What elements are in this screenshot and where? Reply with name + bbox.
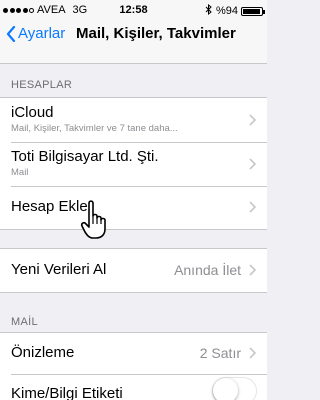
chevron-right-icon (249, 158, 256, 170)
chevron-right-icon (249, 114, 256, 126)
bluetooth-icon (205, 3, 213, 18)
preview-value: 2 Satır (199, 345, 241, 361)
toggle-knob (213, 378, 238, 400)
accounts-group: iCloud Mail, Kişiler, Takvimler ve 7 tan… (0, 97, 267, 230)
fetch-new-data-row[interactable]: Yeni Verileri Al Anında İlet (0, 249, 267, 292)
preview-row[interactable]: Önizleme 2 Satır (0, 333, 267, 374)
to-cc-label-row: Kime/Bilgi Etiketi (0, 374, 267, 400)
back-button-label: Ayarlar (18, 25, 66, 42)
add-account-label: Hesap Ekle (11, 198, 88, 215)
navigation-bar: Ayarlar Mail, Kişiler, Takvimler (0, 20, 267, 64)
account-title: iCloud (11, 104, 54, 121)
add-account-row[interactable]: Hesap Ekle (0, 186, 267, 229)
account-title: Toti Bilgisayar Ltd. Şti. (11, 148, 159, 165)
accounts-section-header: HESAPLAR (11, 79, 73, 91)
fetch-group: Yeni Verileri Al Anında İlet (0, 248, 267, 293)
account-subtitle: Mail (11, 167, 29, 178)
fetch-value: Anında İlet (174, 262, 241, 278)
mail-group: Önizleme 2 Satır Kime/Bilgi Etiketi (0, 332, 267, 400)
chevron-left-icon (6, 25, 16, 42)
chevron-right-icon (249, 264, 256, 276)
account-row-icloud[interactable]: iCloud Mail, Kişiler, Takvimler ve 7 tan… (0, 98, 267, 142)
back-button[interactable]: Ayarlar (6, 25, 65, 42)
page-title: Mail, Kişiler, Takvimler (76, 25, 236, 42)
preview-title: Önizleme (11, 344, 75, 361)
status-bar: AVEA 3G 12:58 %94 (0, 0, 267, 20)
battery-icon (241, 6, 265, 16)
to-cc-toggle[interactable] (212, 377, 257, 400)
chevron-right-icon (249, 347, 256, 359)
chevron-right-icon (249, 201, 256, 213)
hand-pointer-icon (80, 200, 106, 239)
to-cc-title: Kime/Bilgi Etiketi (11, 385, 123, 400)
account-subtitle: Mail, Kişiler, Takvimler ve 7 tane daha.… (11, 123, 178, 134)
account-row-toti[interactable]: Toti Bilgisayar Ltd. Şti. Mail (0, 142, 267, 186)
fetch-title: Yeni Verileri Al (11, 261, 107, 278)
battery-percent: %94 (215, 5, 238, 17)
mail-section-header: MAİL (11, 316, 38, 328)
